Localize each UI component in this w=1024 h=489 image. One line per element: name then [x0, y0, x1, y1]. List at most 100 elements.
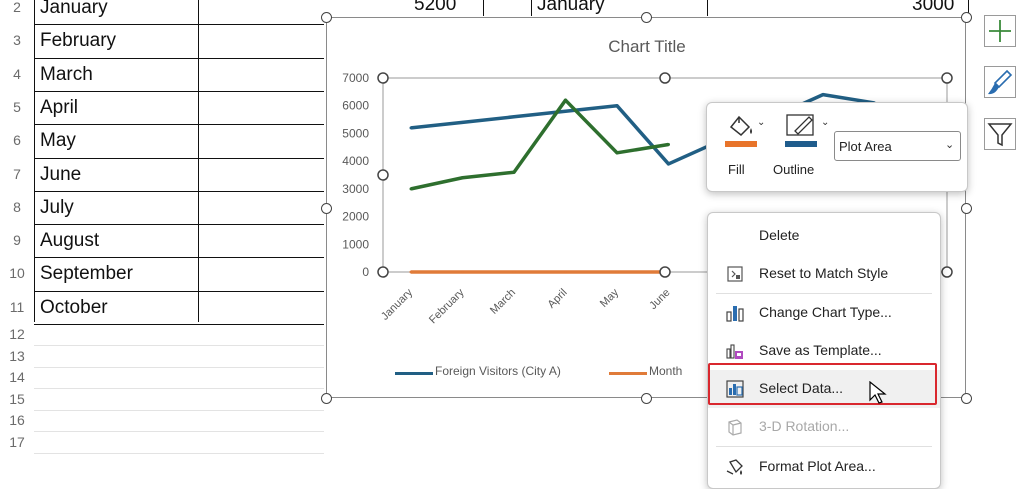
data-point[interactable] [409, 126, 413, 130]
plot-area-resize-handle[interactable] [377, 72, 389, 84]
cell-month[interactable]: June [34, 158, 198, 191]
chart-resize-handle[interactable] [321, 203, 332, 214]
data-point[interactable] [564, 109, 567, 113]
row-header[interactable]: 16 [0, 412, 34, 428]
cell-border [707, 0, 708, 16]
data-point[interactable] [615, 270, 619, 274]
cell-e2[interactable]: 3000 [912, 0, 954, 16]
row-header[interactable]: 12 [0, 326, 34, 342]
menu-item-label: Format Plot Area... [759, 458, 876, 474]
cell-month[interactable]: May [34, 124, 198, 157]
chart-filters-button[interactable] [984, 118, 1016, 150]
cell-month[interactable]: April [34, 91, 198, 124]
cell-month[interactable]: March [34, 58, 198, 91]
row-header[interactable]: 10 [0, 265, 34, 281]
cell-month[interactable]: July [34, 191, 198, 224]
cell-border [198, 0, 199, 322]
chart-resize-handle[interactable] [961, 12, 972, 23]
plot-area-resize-handle[interactable] [377, 266, 389, 278]
legend-label-visitors: Foreign Visitors (City A) [435, 364, 561, 378]
data-point[interactable] [512, 270, 516, 274]
outline-dropdown-arrow[interactable]: ⌄ [821, 117, 829, 128]
row-header[interactable]: 9 [0, 232, 34, 248]
menu-item-label: Delete [759, 227, 800, 243]
cell-month[interactable]: September [34, 257, 198, 290]
format-plot-area-icon [726, 459, 743, 475]
chart-resize-handle[interactable] [961, 203, 972, 214]
row-header[interactable]: 13 [0, 348, 34, 364]
row-header[interactable]: 5 [0, 99, 34, 115]
y-tick-label: 1000 [342, 237, 369, 251]
row-header[interactable]: 8 [0, 199, 34, 215]
y-tick-label: 6000 [342, 99, 369, 113]
grid-line [34, 345, 324, 346]
cell-month[interactable]: August [34, 224, 198, 257]
x-tick-label: May [598, 286, 622, 310]
x-tick-label: March [488, 287, 518, 317]
menu-item-change-chart-type[interactable]: Change Chart Type... [708, 294, 940, 332]
fill-label: Fill [728, 162, 745, 177]
chart-resize-handle[interactable] [961, 393, 972, 404]
menu-item-label: 3-D Rotation... [759, 418, 850, 434]
data-point[interactable] [512, 170, 516, 174]
data-point[interactable] [564, 98, 567, 102]
plot-area-resize-handle[interactable] [377, 169, 389, 181]
context-menu: Delete Reset to Match Style Change Chart… [707, 212, 941, 489]
data-point[interactable] [461, 176, 464, 180]
cell-b2[interactable]: 5200 [414, 0, 456, 16]
row-header[interactable]: 11 [0, 299, 34, 315]
data-point[interactable] [667, 143, 670, 147]
x-tick-label: June [647, 287, 672, 312]
row-header[interactable]: 4 [0, 66, 34, 82]
chart-resize-handle[interactable] [641, 12, 652, 23]
y-tick-label: 4000 [342, 154, 369, 168]
data-point[interactable] [667, 162, 670, 166]
cell-d2[interactable]: January [537, 0, 605, 16]
row-header[interactable]: 14 [0, 369, 34, 385]
plot-area-resize-handle[interactable] [941, 266, 953, 278]
menu-item-delete[interactable]: Delete [708, 217, 940, 255]
fill-dropdown-arrow[interactable]: ⌄ [757, 117, 765, 128]
outline-color-swatch [785, 141, 817, 147]
data-point[interactable] [409, 187, 413, 191]
legend[interactable]: Foreign Visitors (City A) Month [395, 364, 695, 382]
chart-styles-button[interactable] [984, 66, 1016, 98]
plot-area-resize-handle[interactable] [941, 72, 953, 84]
data-point[interactable] [615, 104, 619, 108]
plot-area-resize-handle[interactable] [659, 266, 671, 278]
chart-resize-handle[interactable] [321, 393, 332, 404]
data-point[interactable] [615, 151, 619, 155]
row-header[interactable]: 3 [0, 32, 34, 48]
cell-month[interactable]: October [34, 291, 198, 324]
menu-separator [716, 446, 932, 447]
menu-item-label: Save as Template... [759, 342, 882, 358]
chart-resize-handle[interactable] [641, 393, 652, 404]
data-point[interactable] [821, 93, 825, 97]
data-point[interactable] [461, 120, 464, 124]
data-point[interactable] [409, 270, 413, 274]
data-point[interactable] [461, 270, 464, 274]
outline-button[interactable]: ⌄ Outline [773, 109, 833, 179]
row-header[interactable]: 17 [0, 434, 34, 450]
legend-swatch-month [609, 372, 647, 375]
outline-label: Outline [773, 162, 815, 177]
row-header[interactable]: 6 [0, 132, 34, 148]
cell-month[interactable]: February [34, 24, 198, 57]
plot-area-resize-handle[interactable] [659, 72, 671, 84]
select-data-highlight [708, 363, 937, 405]
chart-elements-button[interactable] [984, 15, 1016, 47]
row-header[interactable]: 7 [0, 166, 34, 182]
fill-button[interactable]: ⌄ Fill [719, 109, 771, 179]
element-selector-dropdown[interactable]: Plot Area ⌄ [834, 131, 961, 161]
data-point[interactable] [512, 115, 516, 119]
chart-resize-handle[interactable] [321, 12, 332, 23]
cell-border [34, 0, 35, 322]
row-header[interactable]: 15 [0, 391, 34, 407]
legend-label-month: Month [649, 364, 683, 378]
data-point[interactable] [564, 270, 567, 274]
cell-month[interactable]: January [34, 0, 198, 24]
menu-item-reset-style[interactable]: Reset to Match Style [708, 255, 940, 293]
menu-item-format-plot-area[interactable]: Format Plot Area... [708, 448, 940, 486]
row-header[interactable]: 2 [0, 0, 34, 15]
paint-bucket-icon [729, 115, 752, 137]
